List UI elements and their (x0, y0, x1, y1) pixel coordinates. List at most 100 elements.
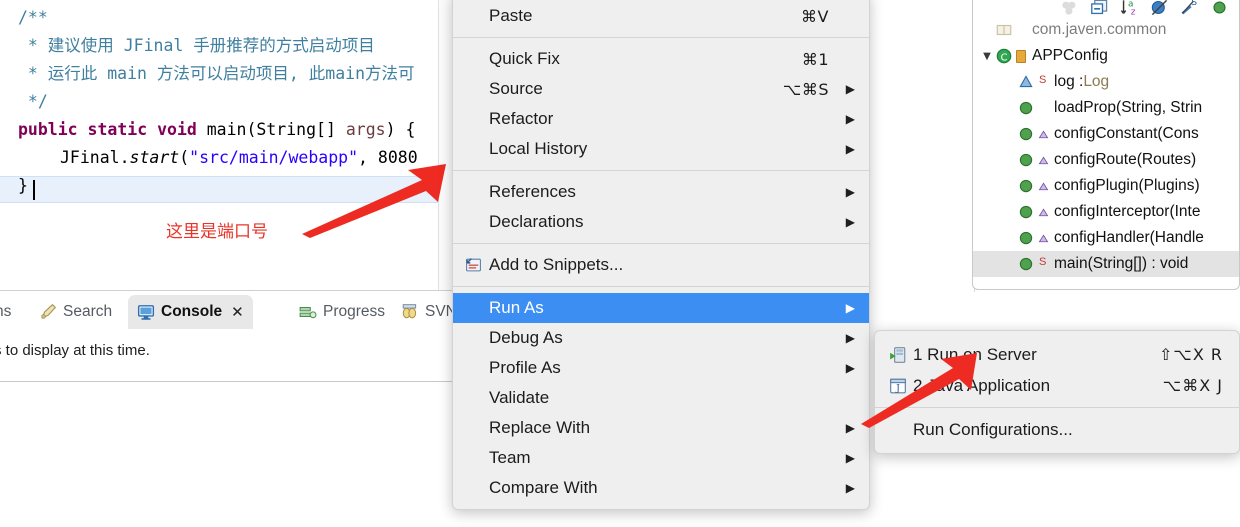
outline-row[interactable]: configInterceptor(Inte (973, 199, 1239, 225)
code-line[interactable]: * 运行此 main 方法可以启动项目, 此main方法可 (0, 60, 415, 88)
bottom-view-panel: nsSearchConsole✕ProgressSVN s to display… (0, 290, 470, 527)
code-token: ( (179, 148, 190, 167)
chevron-right-icon: ▶ (845, 451, 855, 465)
menu-item-team[interactable]: Team ▶ (453, 443, 869, 473)
method-icon (1019, 179, 1033, 193)
tab-console[interactable]: Console ✕ (128, 295, 253, 329)
outline-row-label: configRoute(Routes) (1054, 151, 1197, 168)
collapse-all-icon[interactable] (1090, 0, 1109, 17)
code-editor[interactable]: /** * 建议使用 JFinal 手册推荐的方式启动项目 * 运行此 main… (0, 0, 470, 290)
menu-item-declarations[interactable]: Declarations ▶ (453, 207, 869, 237)
code-line[interactable]: */ (0, 88, 48, 116)
outline-row-label: log : (1054, 73, 1084, 90)
menu-item-label: Declarations (489, 212, 584, 231)
menu-item-references[interactable]: References ▶ (453, 177, 869, 207)
svg-text:J: J (895, 384, 900, 394)
outline-row[interactable]: configConstant(Cons (973, 121, 1239, 147)
code-token: "src/main/webapp" (189, 148, 359, 167)
menu-item-label: Local History (489, 139, 588, 158)
menu-item-source[interactable]: Source ⌥⌘S ▶ (453, 74, 869, 104)
menu-separator (453, 243, 869, 244)
member-modifier-marker (1015, 22, 1029, 38)
java-application-icon: J (890, 378, 906, 394)
outline-row-label: configInterceptor(Inte (1054, 203, 1201, 220)
code-line[interactable]: } (0, 172, 28, 200)
code-token: * 建议使用 JFinal 手册推荐的方式启动项目 (18, 36, 375, 55)
menu-item-local-history[interactable]: Local History ▶ (453, 134, 869, 164)
chevron-right-icon: ▶ (845, 301, 855, 315)
outline-view[interactable]: az S com.javen.common ▼ C APPConfig Slog : Lo… (972, 0, 1240, 290)
menu-separator (453, 286, 869, 287)
menu-item-label: References (489, 182, 576, 201)
chevron-right-icon: ▶ (845, 481, 855, 495)
menu-item-validate[interactable]: Validate▶ (453, 383, 869, 413)
editor-outline-gap (940, 0, 975, 292)
code-token: args (345, 120, 386, 139)
menu-item-compare-with[interactable]: Compare With ▶ (453, 473, 869, 503)
outline-row[interactable]: loadProp(String, Strin (973, 95, 1239, 121)
chevron-right-icon: ▶ (845, 361, 855, 375)
tab-search[interactable]: Search (30, 295, 121, 329)
current-line-highlight (0, 176, 470, 203)
override-marker (1038, 234, 1049, 243)
text-caret (33, 180, 35, 200)
hide-local-types-icon[interactable] (1210, 0, 1229, 17)
run-as-submenu[interactable]: 1 Run on Server ⇧⌥X R J 2 Java Application ⌥… (874, 330, 1240, 454)
menu-item-label: Profile As (489, 358, 561, 377)
code-line[interactable]: JFinal.start("src/main/webapp", 8080 (0, 144, 418, 172)
menu-item-profile-as[interactable]: Profile As ▶ (453, 353, 869, 383)
code-token: start (129, 148, 180, 167)
menu-item-debug-as[interactable]: Debug As ▶ (453, 323, 869, 353)
hide-static-icon[interactable]: S (1180, 0, 1199, 17)
package-icon (996, 24, 1012, 36)
code-line[interactable]: * 建议使用 JFinal 手册推荐的方式启动项目 (0, 32, 375, 60)
outline-tree[interactable]: com.javen.common ▼ C APPConfig Slog : Log loa… (973, 17, 1239, 277)
console-output-area[interactable]: s to display at this time. (0, 329, 470, 382)
menu-item-label: Validate (489, 388, 550, 407)
menu-separator (453, 170, 869, 171)
chevron-right-icon: ▶ (845, 421, 855, 435)
outline-row-label: loadProp(String, Strin (1054, 99, 1203, 116)
menu-item-label: Refactor (489, 109, 554, 128)
outline-row[interactable]: com.javen.common (973, 17, 1239, 43)
code-token: main (206, 120, 247, 139)
submenu-item-1-run-on-server[interactable]: 1 Run on Server ⇧⌥X R (875, 339, 1239, 370)
chevron-down-icon[interactable]: ▼ (979, 51, 995, 62)
outline-row-label: APPConfig (1032, 47, 1108, 64)
svg-text:C: C (1000, 53, 1007, 64)
menu-item-quick-fix[interactable]: Quick Fix⌘1▶ (453, 44, 869, 74)
menu-item-replace-with[interactable]: Replace With ▶ (453, 413, 869, 443)
code-line[interactable]: /** (0, 4, 48, 32)
menu-item-paste[interactable]: Paste⌘V▶ (453, 1, 869, 31)
method-icon (1019, 127, 1033, 141)
tab-label: ns (0, 303, 12, 320)
hide-fields-icon[interactable] (1060, 0, 1079, 17)
close-icon[interactable]: ✕ (231, 303, 244, 321)
sort-alphabetically-icon[interactable]: az (1120, 0, 1139, 17)
editor-empty-area (0, 203, 470, 289)
menu-item-add-to-snippets[interactable]: Add to Snippets...▶ (453, 250, 869, 280)
override-marker (1038, 156, 1049, 165)
menu-item-run-as[interactable]: Run As ▶ (453, 293, 869, 323)
menu-item-shortcut: ⌥⌘S (782, 79, 829, 99)
outline-row[interactable]: Slog : Log (973, 69, 1239, 95)
code-token: (String[] (246, 120, 346, 139)
outline-row[interactable]: ▼ C APPConfig (973, 43, 1239, 69)
tab-progress[interactable]: Progress (290, 295, 394, 329)
outline-row[interactable]: Smain(String[]) : void (973, 251, 1239, 277)
submenu-item-run-configurations[interactable]: Run Configurations... (875, 414, 1239, 445)
outline-row[interactable]: configPlugin(Plugins) (973, 173, 1239, 199)
method-icon (1019, 101, 1033, 115)
outline-row-label: com.javen.common (1032, 21, 1167, 38)
tab-ns[interactable]: ns (0, 295, 20, 329)
outline-row[interactable]: configRoute(Routes) (973, 147, 1239, 173)
submenu-item-2-java-application[interactable]: J 2 Java Application ⌥⌘X J (875, 370, 1239, 401)
member-modifier-marker (1037, 230, 1051, 246)
hide-non-public-icon[interactable] (1150, 0, 1169, 17)
editor-context-menu[interactable]: Paste⌘V▶Quick Fix⌘1▶Source⌥⌘S▶Refactor▶L… (452, 0, 870, 510)
code-line[interactable]: public static void main(String[] args) { (0, 116, 415, 144)
outline-row[interactable]: configHandler(Handle (973, 225, 1239, 251)
bottom-tab-bar[interactable]: nsSearchConsole✕ProgressSVN (0, 291, 470, 329)
override-marker (1038, 182, 1049, 191)
menu-item-refactor[interactable]: Refactor ▶ (453, 104, 869, 134)
